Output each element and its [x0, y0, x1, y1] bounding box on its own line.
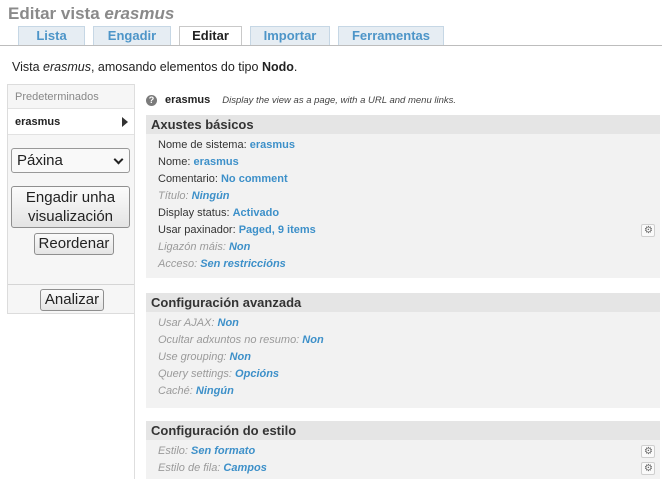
tab-importar[interactable]: Importar [250, 26, 330, 45]
setting-label: Estilo de fila: [158, 462, 224, 474]
setting-pager: Usar paxinador: Paged, 9 items ⚙ [146, 222, 660, 239]
gear-icon[interactable]: ⚙ [641, 445, 655, 458]
setting-ajax: Usar AJAX: Non [146, 315, 660, 332]
description-suffix: . [293, 60, 298, 74]
setting-label: Usar paxinador: [158, 224, 239, 236]
setting-display-status: Display status: Activado [146, 205, 660, 222]
setting-style: Estilo: Sen formato ⚙ [146, 443, 660, 460]
setting-grouping: Use grouping: Non [146, 349, 660, 366]
reorder-button[interactable]: Reordenar [34, 233, 114, 255]
gear-glyph: ⚙ [644, 463, 653, 474]
display-tab-default[interactable]: Predeterminados [8, 85, 134, 109]
style-settings-section: Configuración do estilo Estilo: Sen form… [146, 421, 660, 479]
displays-sidebar: Predeterminados erasmus Páxina Engadir u… [7, 84, 135, 314]
setting-title: Título: Ningún [146, 188, 660, 205]
setting-value-link[interactable]: erasmus [193, 156, 238, 168]
view-description: Vista erasmus, amosando elementos do tip… [12, 60, 297, 74]
description-prefix: Vista [12, 60, 44, 74]
gear-icon[interactable]: ⚙ [641, 462, 655, 475]
add-display-button[interactable]: Engadir unha visualización [11, 186, 130, 228]
setting-label: Nome de sistema: [158, 139, 250, 151]
tabs-divider [0, 45, 662, 46]
setting-value-link[interactable]: Sen restriccións [200, 258, 286, 270]
setting-value-link[interactable]: erasmus [250, 139, 295, 151]
sidebar-border [134, 84, 135, 479]
setting-label: Acceso: [158, 258, 201, 270]
display-tab-erasmus-label: erasmus [15, 116, 61, 128]
setting-value-link[interactable]: Non [218, 317, 239, 329]
setting-label: Caché: [158, 385, 196, 397]
setting-more-link: Ligazón máis: Non [146, 239, 660, 256]
setting-query: Query settings: Opcións [146, 366, 660, 383]
setting-label: Nome: [158, 156, 194, 168]
setting-hide-attachments: Ocultar adxuntos no resumo: Non [146, 332, 660, 349]
description-type: Nodo [261, 60, 294, 74]
section-title-basic: Axustes básicos [146, 115, 660, 134]
setting-comment: Comentario: No comment [146, 171, 660, 188]
gear-icon[interactable]: ⚙ [641, 224, 655, 237]
setting-value-link[interactable]: Ningún [192, 190, 230, 202]
gear-glyph: ⚙ [644, 446, 653, 457]
setting-label: Comentario: [158, 173, 221, 185]
setting-value-link[interactable]: Opcións [235, 368, 279, 380]
gear-glyph: ⚙ [644, 225, 653, 236]
display-header: ? erasmus Display the view as a page, wi… [146, 92, 456, 108]
arrow-right-icon [122, 117, 128, 127]
setting-label: Ligazón máis: [158, 241, 229, 253]
basic-settings-section: Axustes básicos Nome de sistema: erasmus… [146, 115, 660, 278]
chevron-down-icon [113, 154, 124, 165]
description-middle: , amosando elementos do tipo [90, 60, 262, 74]
tab-lista[interactable]: Lista [18, 26, 85, 45]
description-view: erasmus [43, 60, 91, 74]
setting-value-link[interactable]: No comment [221, 173, 288, 185]
page-title-prefix: Editar vista [8, 4, 105, 23]
setting-access: Acceso: Sen restriccións [146, 256, 660, 273]
display-description: Display the view as a page, with a URL a… [222, 94, 457, 106]
setting-value-link[interactable]: Activado [233, 207, 279, 219]
display-type-value: Páxina [17, 152, 63, 169]
setting-value-link[interactable]: Sen formato [191, 445, 255, 457]
setting-label: Use grouping: [158, 351, 230, 363]
primary-tabs: Lista Engadir Editar Importar Ferramenta… [18, 26, 452, 46]
tab-ferramentas[interactable]: Ferramentas [338, 26, 444, 45]
display-tab-erasmus[interactable]: erasmus [8, 109, 134, 135]
help-icon[interactable]: ? [146, 94, 157, 106]
display-name: erasmus [165, 94, 211, 106]
page-title: Editar vista erasmus [8, 4, 174, 26]
setting-label: Query settings: [158, 368, 236, 380]
tab-engadir[interactable]: Engadir [93, 26, 171, 45]
setting-value-link[interactable]: Non [229, 241, 250, 253]
setting-value-link[interactable]: Non [230, 351, 251, 363]
tab-editar[interactable]: Editar [179, 26, 242, 46]
setting-name: Nome: erasmus [146, 154, 660, 171]
advanced-settings-section: Configuración avanzada Usar AJAX: Non Oc… [146, 293, 660, 408]
section-title-advanced[interactable]: Configuración avanzada [146, 293, 660, 312]
setting-label: Ocultar adxuntos no resumo: [158, 334, 303, 346]
setting-label: Título: [158, 190, 192, 202]
display-type-select[interactable]: Páxina [11, 148, 130, 173]
setting-cache: Caché: Ningún [146, 383, 660, 400]
setting-value-link[interactable]: Campos [223, 462, 266, 474]
setting-machine-name: Nome de sistema: erasmus [146, 137, 660, 154]
setting-value-link[interactable]: Ningún [196, 385, 234, 397]
setting-label: Display status: [158, 207, 233, 219]
analyze-button[interactable]: Analizar [40, 289, 104, 311]
setting-row-style: Estilo de fila: Campos ⚙ [146, 460, 660, 477]
page-title-view: erasmus [104, 4, 175, 23]
sidebar-divider [8, 284, 134, 285]
setting-label: Estilo: [158, 445, 192, 457]
setting-value-link[interactable]: Non [302, 334, 323, 346]
setting-value-link[interactable]: Paged, 9 items [239, 224, 316, 236]
section-title-style: Configuración do estilo [146, 421, 660, 440]
setting-label: Usar AJAX: [158, 317, 218, 329]
